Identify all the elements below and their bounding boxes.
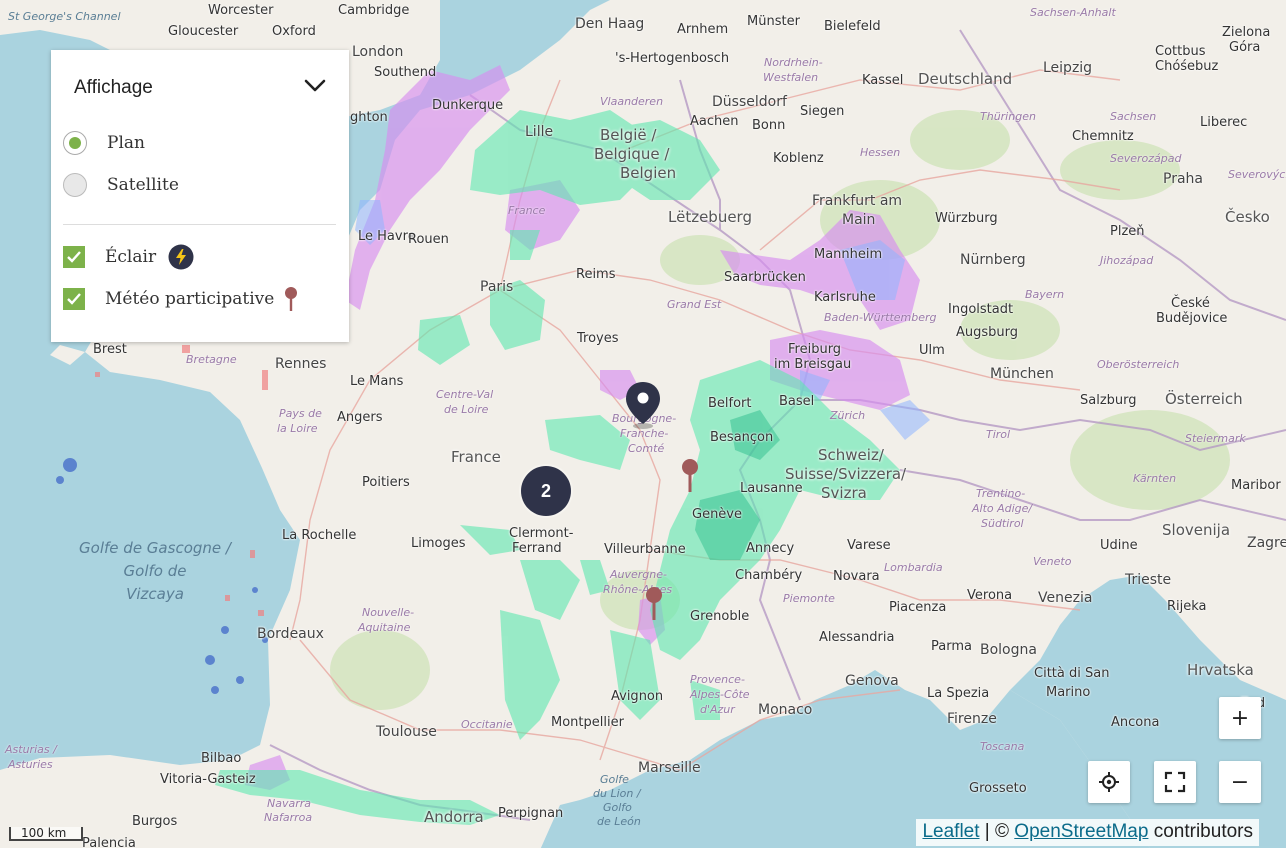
chevron-down-icon[interactable] — [303, 76, 327, 96]
pin-icon — [285, 287, 298, 311]
leaflet-link[interactable]: Leaflet — [922, 821, 979, 842]
base-layer-plan[interactable]: Plan — [63, 128, 145, 158]
scale-bar: 100 km — [9, 827, 83, 841]
overlay-meteo-participative[interactable]: Météo participative — [63, 284, 298, 314]
cluster-count: 2 — [540, 480, 551, 501]
radio-satellite[interactable] — [63, 173, 87, 197]
base-layer-label: Satellite — [107, 175, 179, 195]
marker-cluster[interactable]: 2 — [521, 466, 571, 516]
panel-title: Affichage — [74, 77, 153, 98]
checkbox-eclair[interactable] — [63, 246, 85, 268]
meteo-participative-marker[interactable] — [644, 586, 664, 622]
attribution-contributors: contributors — [1153, 821, 1253, 842]
radio-plan[interactable] — [63, 131, 87, 155]
lightning-icon — [168, 244, 194, 270]
overlay-label: Météo participative — [105, 289, 275, 309]
locate-button[interactable] — [1088, 761, 1130, 803]
osm-link[interactable]: OpenStreetMap — [1014, 821, 1148, 842]
base-layer-label: Plan — [107, 133, 145, 153]
locate-icon — [1099, 772, 1119, 792]
base-layer-satellite[interactable]: Satellite — [63, 170, 179, 200]
zoom-out-button[interactable]: − — [1219, 761, 1261, 803]
zoom-out-label: − — [1230, 769, 1250, 795]
attribution-sep: | © — [984, 821, 1010, 842]
map-pin-marker[interactable] — [624, 380, 662, 430]
fullscreen-icon — [1164, 771, 1186, 793]
meteo-participative-marker[interactable] — [680, 458, 700, 494]
scale-label: 100 km — [21, 826, 67, 840]
overlay-eclair[interactable]: Éclair — [63, 242, 194, 272]
display-panel: Affichage Plan Satellite Éclair Météo pa… — [51, 50, 349, 342]
zoom-in-button[interactable]: + — [1219, 697, 1261, 739]
panel-divider — [63, 224, 336, 225]
fullscreen-button[interactable] — [1154, 761, 1196, 803]
overlay-label: Éclair — [105, 247, 157, 267]
zoom-in-label: + — [1230, 705, 1250, 731]
checkbox-meteo[interactable] — [63, 288, 85, 310]
attribution: Leaflet | © OpenStreetMap contributors — [916, 819, 1259, 846]
